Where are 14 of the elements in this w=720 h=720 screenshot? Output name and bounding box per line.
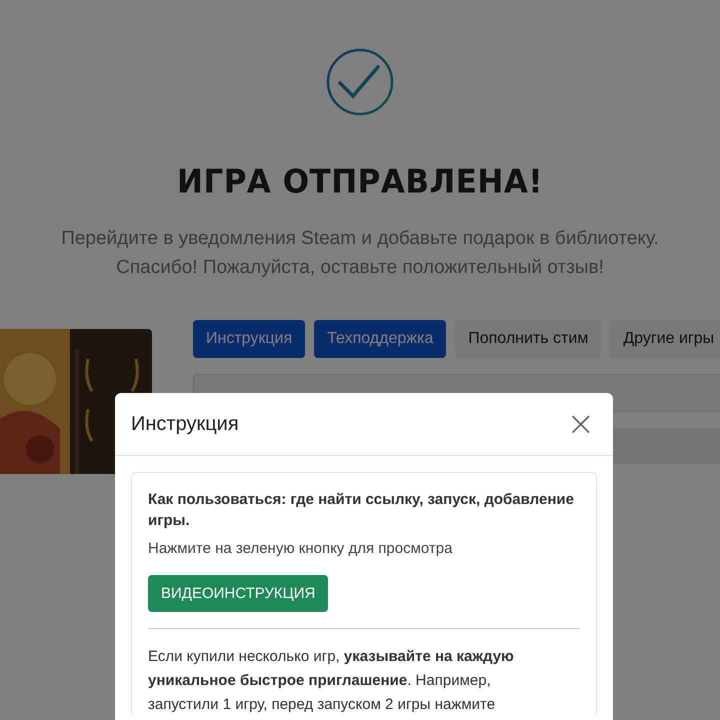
video-button[interactable]: ВИДЕОИНСТРУКЦИЯ <box>148 575 328 612</box>
subtitle-text: Перейдите в уведомления Steam и добавьте подарок в библиотеку. <box>61 227 659 251</box>
instruction-text: Если купили несколько игр, указывайте на каждую уникальное быстрое приглашение. Например, запустили 1 игру, перед запуском 2 игры нажмите <box>148 647 515 715</box>
hint-text: Нажмите на зеленую кнопку для просмотра <box>148 540 452 557</box>
instruction-heading: Как пользоваться: где найти ссылку, запуск, добавление игры. <box>148 490 575 531</box>
nav-button[interactable]: Техподдержка <box>314 320 446 358</box>
check-circle-icon <box>326 48 394 116</box>
subtitle-text: Спасибо! Пожалуйста, оставьте положительный отзыв! <box>116 256 604 280</box>
page-title: ИГРА ОТПРАВЛЕНА! <box>177 163 543 201</box>
nav-button[interactable]: Инструкция <box>193 320 306 358</box>
nav-button[interactable]: Пополнить стим <box>455 320 602 358</box>
nav-button[interactable]: Другие игры <box>610 320 720 358</box>
close-button[interactable]: × <box>562 407 599 441</box>
dialog-title: Инструкция <box>131 412 239 436</box>
